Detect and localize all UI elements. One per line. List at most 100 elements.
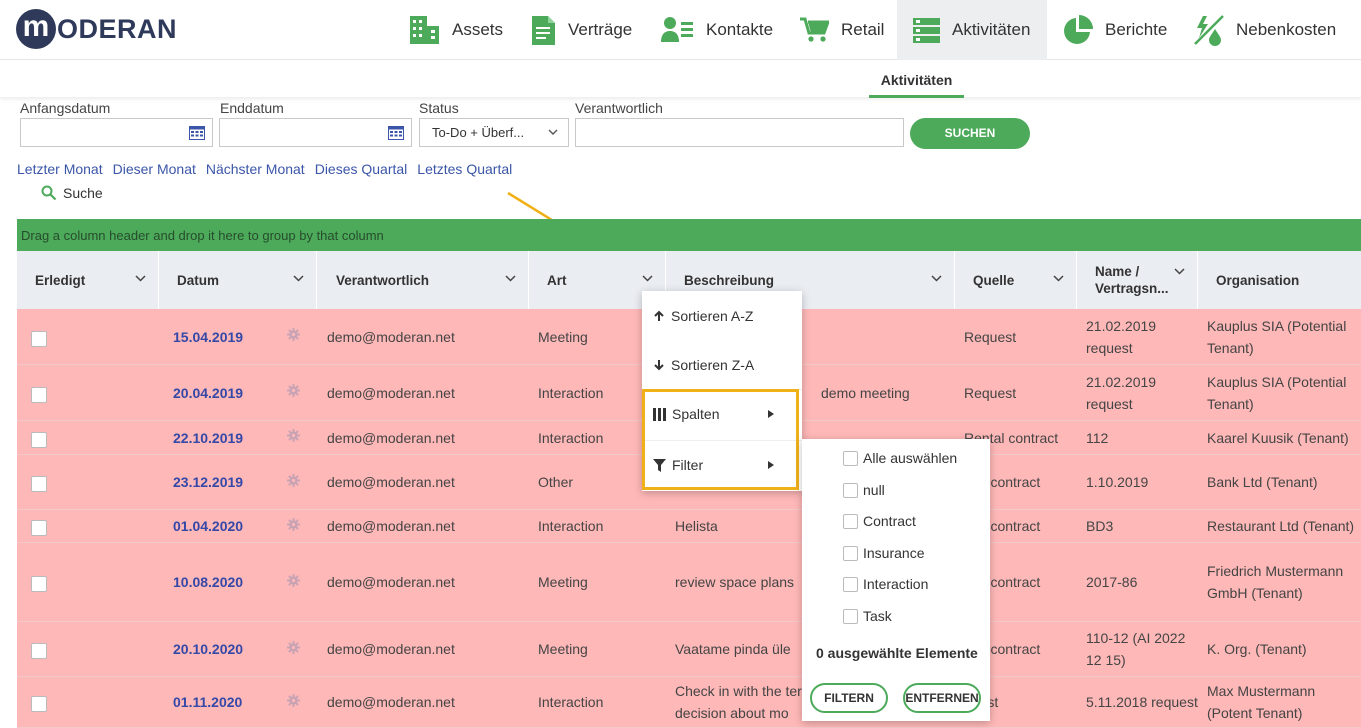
nav-aktivitaeten[interactable]: Aktivitäten (897, 0, 1047, 60)
nav-nebenkosten[interactable]: Nebenkosten (1193, 0, 1336, 60)
gear-icon[interactable] (287, 309, 307, 364)
column-header-label: Verantwortlich (336, 272, 430, 288)
date-link[interactable]: 23.12.2019 (173, 455, 293, 509)
filter-option-insurance[interactable]: Insurance (843, 545, 924, 561)
tab-aktivitaeten[interactable]: Aktivitäten (869, 64, 964, 98)
gear-icon[interactable] (287, 421, 307, 454)
gear-icon[interactable] (287, 455, 307, 509)
nav-vertraege[interactable]: Verträge (531, 0, 632, 60)
date-link[interactable]: 20.04.2019 (173, 365, 293, 420)
chevron-down-icon[interactable] (1053, 273, 1064, 284)
filter-option-task[interactable]: Task (843, 608, 892, 624)
done-checkbox[interactable] (31, 696, 47, 712)
link-last-quarter[interactable]: Letztes Quartal (417, 161, 512, 177)
checkbox[interactable] (843, 576, 858, 592)
gear-icon[interactable] (287, 365, 307, 420)
table-row[interactable]: 01.11.2020 demo@moderan.net Interaction Che… (17, 677, 1361, 728)
cart-icon (800, 17, 829, 42)
table-row[interactable]: 10.08.2020 demo@moderan.net Meeting review … (17, 543, 1361, 622)
utilities-icon (1194, 14, 1224, 46)
calendar-icon[interactable] (189, 126, 205, 140)
group-by-panel[interactable]: Drag a column header and drop it here to… (17, 219, 1361, 251)
moderan-logo[interactable]: m ODERAN (16, 9, 177, 49)
column-header-name[interactable]: Name / Vertragsn... (1077, 251, 1198, 309)
nav-retail[interactable]: Retail (800, 0, 884, 60)
menu-label: Spalten (672, 406, 720, 422)
column-header-quelle[interactable]: Quelle (955, 251, 1077, 309)
checkbox[interactable] (843, 608, 858, 624)
description-cell: demo meeting (821, 384, 910, 401)
done-checkbox[interactable] (31, 431, 47, 448)
search-toggle[interactable]: Suche (41, 185, 103, 201)
gear-icon[interactable] (287, 677, 307, 727)
chevron-down-icon[interactable] (1174, 266, 1185, 277)
status-select[interactable]: To-Do + Überf... (419, 118, 569, 147)
organisation-cell: K. Org. (Tenant) (1207, 641, 1307, 657)
filter-icon (653, 458, 666, 472)
filter-option-contract[interactable]: Contract (843, 513, 916, 529)
checkbox[interactable] (843, 545, 858, 561)
link-this-quarter[interactable]: Dieses Quartal (315, 161, 408, 177)
table-row[interactable]: 20.10.2020 demo@moderan.net Meeting Vaatame… (17, 622, 1361, 677)
done-checkbox[interactable] (31, 330, 47, 347)
date-link[interactable]: 15.04.2019 (173, 309, 293, 364)
column-header-label: Organisation (1216, 272, 1300, 288)
done-checkbox[interactable] (31, 386, 47, 403)
date-link[interactable]: 01.11.2020 (173, 677, 293, 727)
date-link[interactable]: 10.08.2020 (173, 543, 293, 621)
link-last-month[interactable]: Letzter Monat (17, 161, 103, 177)
name-cell: 21.02.2019 request (1086, 373, 1157, 412)
logo-mark: m (16, 9, 56, 49)
done-checkbox[interactable] (31, 643, 47, 659)
chevron-down-icon[interactable] (505, 273, 516, 284)
menu-columns[interactable]: Spalten (642, 389, 802, 438)
chevron-down-icon[interactable] (642, 273, 653, 284)
checkbox[interactable] (843, 513, 858, 529)
nav-assets[interactable]: Assets (409, 0, 503, 60)
nav-label: Verträge (568, 20, 633, 39)
column-header-verantwortlich[interactable]: Verantwortlich (317, 251, 529, 309)
end-date-input[interactable] (219, 118, 412, 147)
filter-submenu: Alle auswählen null Contract Insurance I… (802, 439, 990, 721)
search-button[interactable]: SUCHEN (910, 118, 1030, 149)
owner-input[interactable] (575, 118, 904, 147)
date-link[interactable]: 01.04.2020 (173, 510, 293, 542)
chevron-down-icon[interactable] (135, 273, 146, 284)
chevron-down-icon[interactable] (293, 273, 304, 284)
gear-icon[interactable] (287, 543, 307, 621)
filter-option-interaction[interactable]: Interaction (843, 576, 928, 592)
table-row[interactable]: 01.04.2020 demo@moderan.net Interaction Hel… (17, 510, 1361, 543)
column-header-organisation[interactable]: Organisation (1198, 251, 1361, 309)
link-next-month[interactable]: Nächster Monat (206, 161, 305, 177)
column-header-label: Name / Vertragsn... (1095, 264, 1169, 296)
filter-option-null[interactable]: null (843, 482, 885, 498)
gear-icon[interactable] (287, 510, 307, 542)
nav-kontakte[interactable]: Kontakte (661, 0, 773, 60)
nav-berichte[interactable]: Berichte (1062, 0, 1167, 60)
date-link[interactable]: 20.10.2020 (173, 622, 293, 676)
done-cell (31, 510, 61, 542)
done-checkbox[interactable] (31, 476, 47, 492)
link-this-month[interactable]: Dieser Monat (113, 161, 196, 177)
owner-label: Verantwortlich (575, 100, 663, 116)
checkbox[interactable] (843, 450, 858, 466)
filter-option-select-all[interactable]: Alle auswählen (843, 450, 957, 466)
date-link[interactable]: 22.10.2019 (173, 421, 293, 454)
chevron-down-icon[interactable] (931, 273, 942, 284)
calendar-icon[interactable] (388, 126, 404, 140)
menu-filter[interactable]: Filter (642, 440, 802, 489)
owner-cell: demo@moderan.net (327, 429, 455, 446)
filter-remove-button[interactable]: ENTFERNEN (903, 683, 981, 713)
column-header-datum[interactable]: Datum (159, 251, 317, 309)
name-cell: 1.10.2019 (1086, 474, 1149, 490)
column-header-erledigt[interactable]: Erledigt (17, 251, 159, 309)
done-checkbox[interactable] (31, 520, 47, 536)
done-checkbox[interactable] (31, 576, 47, 592)
name-cell: 5.11.2018 request (1086, 694, 1198, 710)
menu-sort-desc[interactable]: Sortieren Z-A (642, 340, 802, 389)
filter-apply-button[interactable]: FILTERN (810, 683, 888, 713)
checkbox[interactable] (843, 482, 858, 498)
menu-sort-asc[interactable]: Sortieren A-Z (642, 291, 802, 340)
start-date-input[interactable] (20, 118, 213, 147)
gear-icon[interactable] (287, 622, 307, 676)
